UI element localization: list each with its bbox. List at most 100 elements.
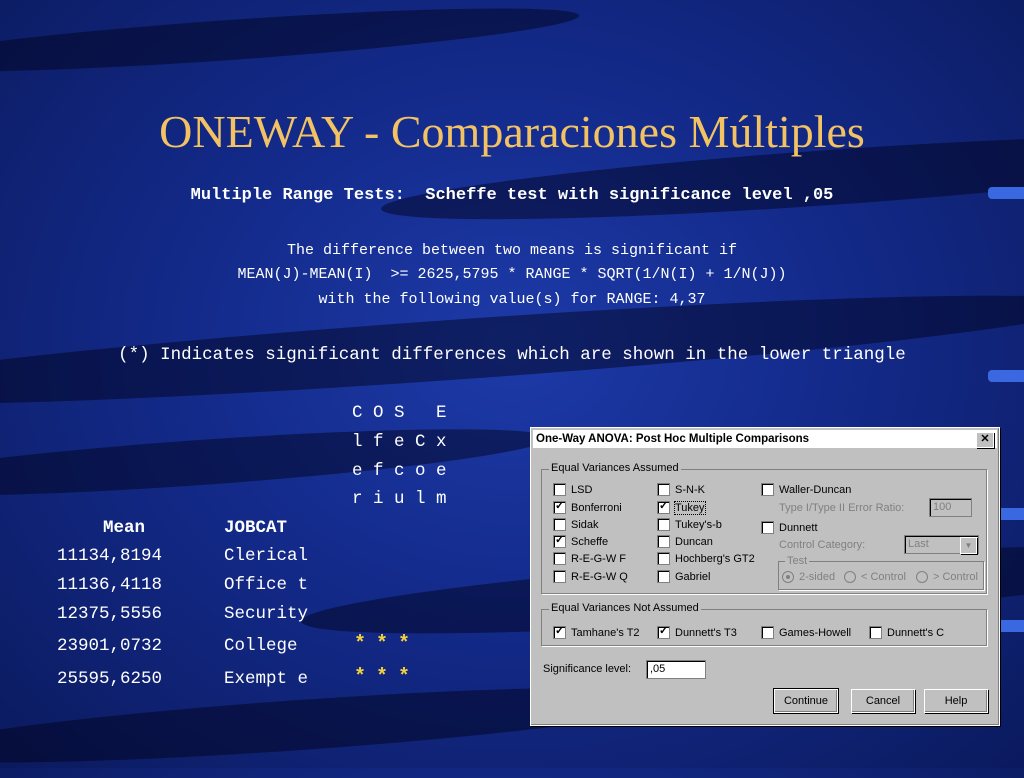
checkbox-box[interactable] xyxy=(657,518,670,531)
significance-input[interactable]: ,05 xyxy=(646,660,706,679)
hochberg-checkbox[interactable]: Hochberg's GT2 xyxy=(657,552,755,565)
dunnett-t3-label: Dunnett's T3 xyxy=(675,626,737,639)
hochberg-label: Hochberg's GT2 xyxy=(675,552,755,565)
dunnett-checkbox[interactable]: Dunnett xyxy=(761,521,818,534)
column-header-row: l f e C x xyxy=(352,432,447,452)
dunnett-c-label: Dunnett's C xyxy=(887,626,945,639)
control-category-label: Control Category: xyxy=(779,539,865,551)
regwf-label: R-E-G-W F xyxy=(571,552,626,565)
checkbox-box[interactable] xyxy=(553,518,566,531)
chevron-down-icon[interactable]: ▼ xyxy=(960,537,977,554)
waller-duncan-checkbox[interactable]: Waller-Duncan xyxy=(761,483,851,496)
checkbox-box[interactable] xyxy=(869,626,882,639)
checkbox-box[interactable] xyxy=(553,483,566,496)
bonferroni-checkbox[interactable]: Bonferroni xyxy=(553,501,622,514)
equal-variances-label: Equal Variances Assumed xyxy=(549,462,681,474)
test-label: Test xyxy=(785,555,810,567)
snk-label: S-N-K xyxy=(675,483,705,496)
lt-control-label: < Control xyxy=(861,571,906,583)
difference-text: The difference between two means is sign… xyxy=(286,242,738,259)
regwq-label: R-E-G-W Q xyxy=(571,570,628,583)
tukeysb-label: Tukey's-b xyxy=(675,518,722,531)
gt-control-label: > Control xyxy=(933,571,978,583)
games-howell-checkbox[interactable]: Games-Howell xyxy=(761,626,851,639)
scheffe-label: Scheffe xyxy=(571,535,609,548)
checkbox-box[interactable] xyxy=(553,535,566,548)
checkbox-box[interactable] xyxy=(553,501,566,514)
dunnett-t3-checkbox[interactable]: Dunnett's T3 xyxy=(657,626,737,639)
sidak-label: Sidak xyxy=(571,518,599,531)
radio-icon[interactable] xyxy=(782,571,794,583)
jobcat-header: JOBCAT xyxy=(224,518,288,538)
table-row-mean: 11136,4118 xyxy=(57,575,163,595)
control-category-text: Control Category: xyxy=(779,539,866,551)
close-button[interactable]: ✕ xyxy=(976,432,994,448)
dialog-title: One-Way ANOVA: Post Hoc Multiple Compari… xyxy=(536,433,810,445)
table-row-mean: 25595,6250 xyxy=(57,669,163,689)
checkbox-box[interactable] xyxy=(657,570,670,583)
checkbox-box[interactable] xyxy=(657,626,670,639)
control-category-select[interactable]: Last ▼ xyxy=(904,535,979,554)
checkbox-box[interactable] xyxy=(657,552,670,565)
checkbox-box[interactable] xyxy=(553,570,566,583)
scheffe-checkbox[interactable]: Scheffe xyxy=(553,535,608,548)
significance-text: Significance level: xyxy=(543,663,632,675)
dialog-titlebar: One-Way ANOVA: Post Hoc Multiple Compari… xyxy=(533,430,997,448)
two-sided-label: 2-sided xyxy=(799,571,836,583)
tamhane-label: Tamhane's T2 xyxy=(571,626,640,639)
mean-header: Mean xyxy=(103,518,146,538)
significance-label: Significance level: xyxy=(543,663,631,675)
regwf-checkbox[interactable]: R-E-G-W F xyxy=(553,552,626,565)
indicator-note: (*) Indicates significant differences wh… xyxy=(118,345,906,365)
duncan-label: Duncan xyxy=(675,535,713,548)
checkbox-box[interactable] xyxy=(657,535,670,548)
column-header-row: e f c o e xyxy=(352,461,447,481)
duncan-checkbox[interactable]: Duncan xyxy=(657,535,713,548)
regwq-checkbox[interactable]: R-E-G-W Q xyxy=(553,570,628,583)
checkbox-box[interactable] xyxy=(761,626,774,639)
help-button[interactable]: Help xyxy=(924,689,988,713)
error-ratio-text: Type I/Type II Error Ratio: xyxy=(779,502,905,514)
formula-text: MEAN(J)-MEAN(I) >= 2625,5795 * RANGE * S… xyxy=(237,266,787,283)
lsd-checkbox[interactable]: LSD xyxy=(553,483,592,496)
table-row-mean: 23901,0732 xyxy=(57,636,163,656)
range-tests-heading: Multiple Range Tests: Scheffe test with … xyxy=(190,186,834,205)
waller-duncan-label: Waller-Duncan xyxy=(779,483,852,496)
sidak-checkbox[interactable]: Sidak xyxy=(553,518,599,531)
table-row-jobcat: College xyxy=(224,636,298,656)
games-howell-label: Games-Howell xyxy=(779,626,852,639)
cancel-button[interactable]: Cancel xyxy=(851,689,915,713)
tukey-label: Tukey xyxy=(674,500,706,515)
checkbox-box[interactable] xyxy=(657,483,670,496)
table-row-mean: 11134,8194 xyxy=(57,546,163,566)
checkbox-box[interactable] xyxy=(553,552,566,565)
checkbox-box[interactable] xyxy=(657,501,670,514)
tamhane-checkbox[interactable]: Tamhane's T2 xyxy=(553,626,640,639)
post-hoc-dialog: One-Way ANOVA: Post Hoc Multiple Compari… xyxy=(530,427,1000,726)
tukey-checkbox[interactable]: Tukey xyxy=(657,500,706,515)
two-sided-radio[interactable]: 2-sided xyxy=(782,571,835,583)
continue-button[interactable]: Continue xyxy=(773,688,839,714)
checkbox-box[interactable] xyxy=(761,521,774,534)
error-ratio-input[interactable]: 100 xyxy=(929,498,972,517)
checkbox-box[interactable] xyxy=(761,483,774,496)
error-ratio-label: Type I/Type II Error Ratio: xyxy=(779,502,904,514)
radio-icon[interactable] xyxy=(844,571,856,583)
significance-stars: *** xyxy=(354,666,421,689)
slide-title: ONEWAY - Comparaciones Múltiples xyxy=(159,106,865,157)
lt-control-radio[interactable]: < Control xyxy=(844,571,906,583)
lsd-label: LSD xyxy=(571,483,593,496)
tukeysb-checkbox[interactable]: Tukey's-b xyxy=(657,518,722,531)
range-value-text: with the following value(s) for RANGE: 4… xyxy=(318,291,706,308)
edge-accent xyxy=(988,370,1024,382)
table-row-jobcat: Office t xyxy=(224,575,309,595)
not-equal-variances-label: Equal Variances Not Assumed xyxy=(549,602,701,614)
gt-control-radio[interactable]: > Control xyxy=(916,571,978,583)
radio-icon[interactable] xyxy=(916,571,928,583)
checkbox-box[interactable] xyxy=(553,626,566,639)
background-streak xyxy=(0,0,581,85)
column-header-row: C O S E xyxy=(352,403,447,423)
dunnett-c-checkbox[interactable]: Dunnett's C xyxy=(869,626,944,639)
snk-checkbox[interactable]: S-N-K xyxy=(657,483,705,496)
gabriel-checkbox[interactable]: Gabriel xyxy=(657,570,710,583)
